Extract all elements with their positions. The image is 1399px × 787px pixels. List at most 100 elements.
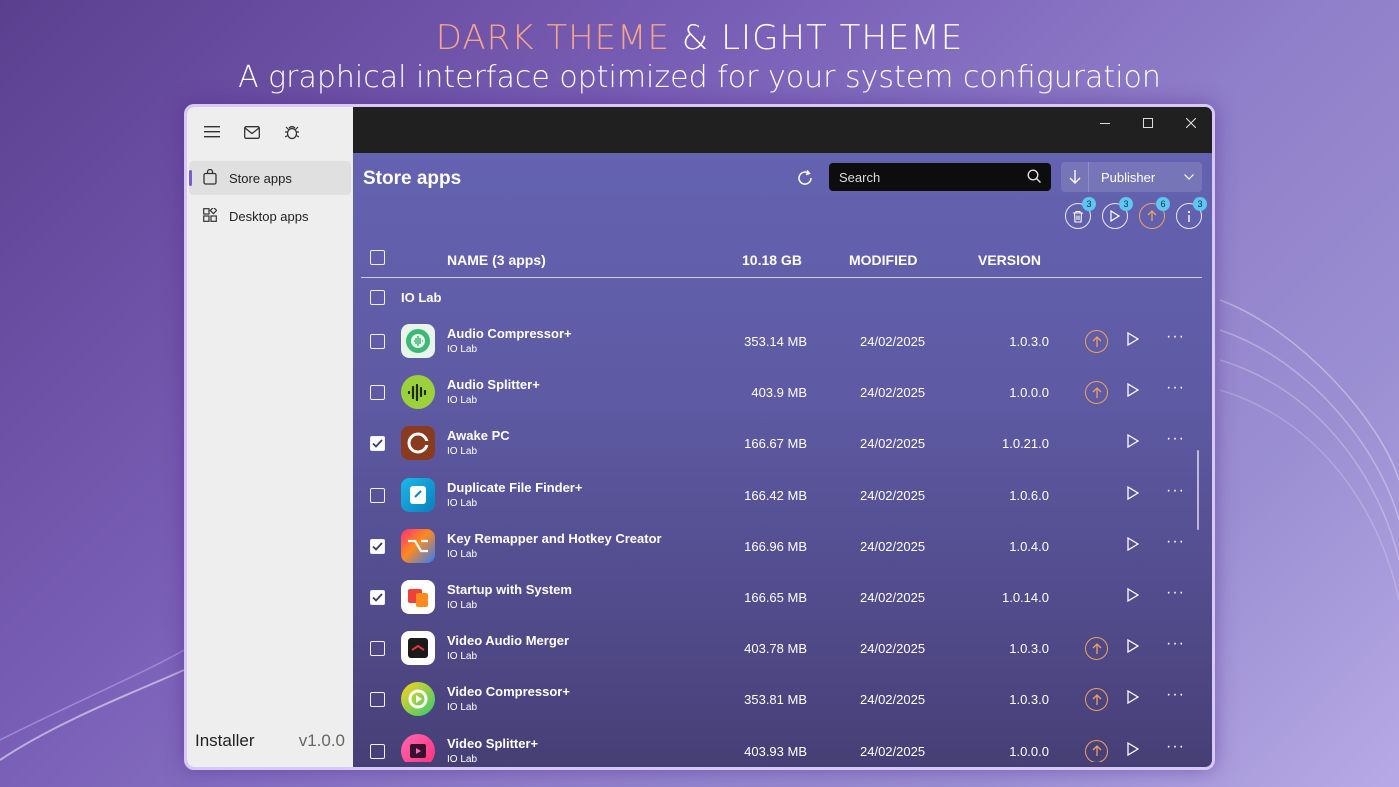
bug-icon[interactable] [283, 123, 301, 141]
play-icon [1127, 690, 1140, 705]
play-icon [1127, 741, 1140, 756]
maximize-button[interactable] [1126, 107, 1169, 139]
table-row[interactable]: Video Splitter+ IO Lab 403.93 MB 24/02/2… [361, 726, 1202, 762]
launch-button[interactable] [1127, 741, 1140, 761]
app-name: Video Audio Merger [447, 633, 570, 649]
search-input[interactable]: Search [829, 163, 1051, 191]
more-options-icon[interactable]: ··· [1166, 379, 1185, 397]
row-checkbox[interactable] [370, 436, 385, 452]
more-options-icon[interactable]: ··· [1166, 430, 1185, 448]
table-row[interactable]: Video Audio Merger IO Lab 403.78 MB 24/0… [361, 623, 1202, 674]
select-all-checkbox[interactable] [370, 250, 385, 265]
table-row[interactable]: Audio Compressor+ IO Lab 353.14 MB 24/02… [361, 316, 1202, 367]
more-options-icon[interactable]: ··· [1166, 328, 1185, 346]
column-size-header[interactable]: 10.18 GB [742, 252, 802, 268]
close-button[interactable] [1169, 107, 1212, 139]
app-version: 1.0.3.0 [1009, 641, 1049, 657]
row-checkbox[interactable] [370, 590, 385, 605]
sidebar-item-store-apps[interactable]: Store apps [189, 161, 351, 195]
sidebar-item-desktop-apps[interactable]: Desktop apps [189, 199, 351, 233]
uninstall-selected-button[interactable]: 3 [1065, 197, 1096, 229]
hamburger-menu-icon[interactable] [203, 123, 221, 141]
sidebar: Store apps Desktop apps Installer v1.0.0 [187, 107, 353, 767]
table-row[interactable]: Awake PC IO Lab 166.67 MB 24/02/2025 1.0… [361, 418, 1202, 469]
app-name: Video Splitter+ [447, 735, 539, 751]
launch-selected-button[interactable]: 3 [1102, 197, 1133, 229]
checkmark-icon [372, 542, 383, 551]
group-header: IO Lab [361, 285, 661, 309]
app-modified-date: 24/02/2025 [860, 538, 926, 554]
update-button[interactable] [1085, 381, 1108, 405]
row-checkbox[interactable] [370, 334, 385, 349]
table-row[interactable]: Duplicate File Finder+ IO Lab 166.42 MB … [361, 470, 1202, 521]
info-button[interactable]: 3 [1176, 197, 1207, 229]
table-header: NAME (3 apps) 10.18 GB MODIFIED VERSION [361, 241, 1202, 278]
sidebar-item-label: Desktop apps [229, 208, 309, 224]
close-icon [1185, 118, 1196, 128]
table-row[interactable]: Audio Splitter+ IO Lab 403.9 MB 24/02/20… [361, 367, 1202, 418]
search-icon[interactable] [1027, 168, 1042, 186]
update-icon [1147, 210, 1157, 221]
launch-button[interactable] [1127, 536, 1140, 556]
app-publisher: IO Lab [447, 344, 478, 355]
shopping-bag-icon [203, 168, 217, 188]
apps-grid-icon [203, 205, 218, 225]
update-button[interactable] [1085, 688, 1108, 712]
more-options-icon[interactable]: ··· [1166, 482, 1185, 500]
app-publisher: IO Lab [447, 497, 478, 509]
update-button[interactable] [1085, 739, 1108, 762]
update-all-button[interactable]: 6 [1139, 197, 1170, 229]
more-options-icon[interactable]: ··· [1166, 635, 1185, 653]
video-audio-merger-icon [401, 631, 435, 666]
refresh-icon[interactable] [795, 168, 815, 188]
column-version-header[interactable]: VERSION [978, 252, 1041, 268]
launch-button[interactable] [1127, 690, 1140, 709]
more-options-icon[interactable]: ··· [1166, 584, 1185, 602]
column-name-header[interactable]: NAME (3 apps) [447, 252, 546, 268]
launch-button[interactable] [1127, 383, 1140, 402]
launch-button[interactable] [1127, 485, 1140, 505]
row-checkbox[interactable] [370, 385, 385, 401]
launch-button[interactable] [1127, 331, 1140, 351]
minimize-button[interactable] [1083, 107, 1126, 139]
app-name: Startup with System [447, 582, 572, 597]
group-checkbox[interactable] [370, 290, 385, 305]
app-modified-date: 24/02/2025 [860, 743, 926, 759]
row-checkbox[interactable] [370, 743, 385, 759]
sort-direction-icon[interactable] [1061, 162, 1089, 192]
app-name: Duplicate File Finder+ [447, 479, 583, 495]
launch-button[interactable] [1127, 639, 1140, 658]
more-options-icon[interactable]: ··· [1166, 533, 1185, 551]
app-size: 166.42 MB [744, 487, 807, 503]
play-icon [1127, 331, 1140, 347]
checkmark-icon [372, 593, 383, 602]
update-button[interactable] [1085, 637, 1108, 661]
table-row[interactable]: Key Remapper and Hotkey Creator IO Lab 1… [361, 521, 1202, 572]
launch-button[interactable] [1127, 434, 1140, 453]
scrollbar[interactable] [1197, 450, 1199, 530]
checkmark-icon [372, 439, 383, 449]
row-checkbox[interactable] [370, 487, 385, 503]
sort-dropdown[interactable]: Publisher [1061, 162, 1202, 192]
play-icon [1127, 536, 1140, 551]
row-checkbox[interactable] [370, 641, 385, 657]
row-checkbox[interactable] [370, 538, 385, 554]
app-size: 403.9 MB [751, 385, 807, 401]
more-options-icon[interactable]: ··· [1166, 686, 1185, 704]
app-name: Key Remapper and Hotkey Creator [447, 530, 662, 546]
launch-button[interactable] [1127, 587, 1140, 607]
update-button[interactable] [1085, 330, 1108, 353]
column-modified-header[interactable]: MODIFIED [849, 252, 917, 268]
page-title: Store apps [363, 168, 462, 189]
table-row[interactable]: Video Compressor+ IO Lab 353.81 MB 24/02… [361, 674, 1202, 725]
video-compressor-icon [401, 682, 435, 717]
banner-headline-rest: & LIGHT THEME [669, 18, 964, 58]
app-name-label: Installer [195, 731, 255, 750]
app-size: 166.67 MB [744, 436, 807, 452]
app-list: Audio Compressor+ IO Lab 353.14 MB 24/02… [361, 316, 1202, 762]
app-modified-date: 24/02/2025 [860, 590, 926, 605]
row-checkbox[interactable] [370, 692, 385, 708]
mail-icon[interactable] [243, 123, 261, 141]
table-row[interactable]: Startup with System IO Lab 166.65 MB 24/… [361, 572, 1202, 623]
more-options-icon[interactable]: ··· [1166, 738, 1185, 756]
